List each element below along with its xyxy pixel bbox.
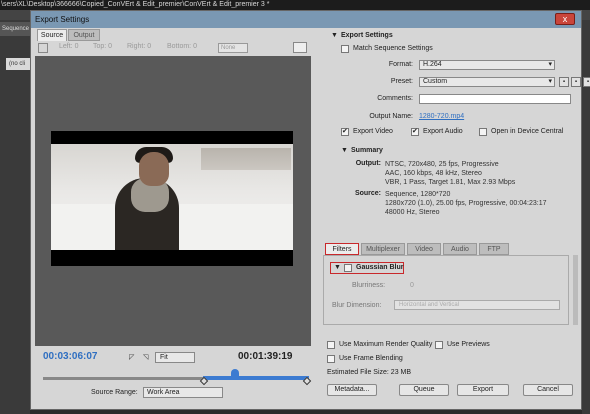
video-frame [51, 131, 293, 266]
person-head [139, 152, 169, 186]
out-point-handle[interactable] [302, 376, 312, 386]
match-sequence-label: Match Sequence Settings [353, 45, 433, 52]
mark-in-icon[interactable]: ◸ [129, 353, 137, 361]
settings-tabs: Filters Multiplexer Video Audio FTP [323, 243, 579, 255]
crop-bottom[interactable]: Bottom: 0 [167, 43, 197, 50]
gaussian-blur-label: Gaussian Blur [356, 264, 404, 271]
blur-dimension-label: Blur Dimension: [332, 302, 382, 309]
queue-button[interactable]: Queue [399, 384, 449, 396]
current-timecode[interactable]: 00:03:06:07 [43, 351, 97, 362]
blur-dimension-select[interactable]: Horizontal and Vertical [394, 300, 560, 310]
video-preview-area [35, 56, 311, 346]
estimated-file-size: Estimated File Size: 23 MB [327, 369, 412, 376]
tab-output[interactable]: Output [68, 29, 100, 41]
summary-source-text: Sequence, 1280*720 1280x720 (1.0), 25.00… [385, 191, 547, 216]
dialog-title: Export Settings [35, 15, 90, 24]
open-device-central-label: Open in Device Central [491, 128, 564, 135]
blurriness-label: Blurriness: [352, 282, 386, 289]
background-building [201, 148, 291, 170]
use-frame-blending-checkbox[interactable] [327, 355, 335, 363]
crop-left[interactable]: Left: 0 [59, 43, 78, 50]
tab-ftp[interactable]: FTP [479, 243, 509, 255]
use-max-render-label: Use Maximum Render Quality [339, 341, 433, 348]
blurriness-value[interactable]: 0 [410, 282, 414, 289]
delete-preset-icon[interactable]: ▪ [583, 77, 590, 87]
preset-select[interactable]: Custom [419, 77, 555, 87]
sequence-panel-tab[interactable]: Sequence [0, 22, 30, 36]
import-preset-icon[interactable]: ▪ [571, 77, 581, 87]
source-timeline[interactable] [43, 369, 312, 386]
comments-label: Comments: [377, 95, 413, 102]
output-name-label: Output Name: [369, 113, 413, 120]
collapse-icon[interactable]: ▼ [331, 32, 338, 39]
crop-top[interactable]: Top: 0 [93, 43, 112, 50]
summary-heading: Summary [351, 147, 383, 154]
summary-output-text: NTSC, 720x480, 25 fps, Progressive AAC, … [385, 161, 516, 186]
dialog-titlebar[interactable]: Export Settings x [31, 11, 581, 28]
close-button[interactable]: x [555, 13, 575, 25]
export-settings-dialog: Export Settings x Source Output Left: 0 … [30, 10, 590, 410]
match-sequence-checkbox[interactable] [341, 45, 349, 53]
tab-source[interactable]: Source [37, 29, 67, 41]
use-frame-blending-label: Use Frame Blending [339, 355, 403, 362]
work-area-bar[interactable] [203, 376, 309, 380]
summary-output-label: Output: [355, 160, 381, 167]
source-range-label: Source Range: [91, 389, 138, 396]
export-audio-label: Export Audio [423, 128, 463, 135]
export-video-label: Export Video [353, 128, 393, 135]
use-previews-checkbox[interactable] [435, 341, 443, 349]
output-name-link[interactable]: 1280-720.mp4 [419, 113, 464, 120]
metadata-button[interactable]: Metadata... [327, 384, 377, 396]
format-label: Format: [388, 61, 413, 68]
save-preset-icon[interactable]: ▪ [559, 77, 569, 87]
crop-icon[interactable] [38, 43, 48, 53]
format-select[interactable]: H.264 [419, 60, 555, 70]
preset-label: Preset: [390, 78, 413, 85]
use-max-render-checkbox[interactable] [327, 341, 335, 349]
source-range-select[interactable]: Work Area [143, 387, 223, 398]
crop-right[interactable]: Right: 0 [127, 43, 151, 50]
tab-filters[interactable]: Filters [325, 243, 359, 255]
tab-audio[interactable]: Audio [443, 243, 477, 255]
export-button[interactable]: Export [457, 384, 509, 396]
export-settings-heading: Export Settings [341, 32, 393, 39]
gaussian-blur-checkbox[interactable] [344, 264, 352, 272]
open-device-central-checkbox[interactable] [479, 128, 487, 136]
tab-video[interactable]: Video [407, 243, 441, 255]
video-still-image [51, 144, 293, 250]
filters-panel: ▼ Gaussian Blur Blurriness: 0 Blur Dimen… [323, 255, 569, 325]
export-video-checkbox[interactable] [341, 127, 349, 136]
export-settings-panel: ▼ Export Settings Match Sequence Setting… [323, 29, 590, 409]
panel-clip-item[interactable]: (no cli [6, 58, 30, 70]
summary-collapse-icon[interactable]: ▼ [341, 147, 348, 154]
zoom-select[interactable]: Fit [155, 352, 195, 363]
playhead-handle[interactable] [230, 369, 239, 379]
duration-timecode: 00:01:39:19 [238, 351, 293, 362]
tab-multiplexer[interactable]: Multiplexer [361, 243, 405, 255]
filter-collapse-icon[interactable]: ▼ [334, 264, 341, 271]
background-panel [0, 20, 30, 414]
app-title-bar: \sers\XL\Desktop\366666\Copied_ConVErt &… [0, 0, 590, 10]
export-audio-checkbox[interactable] [411, 127, 419, 136]
aspect-toggle-icon[interactable] [293, 42, 307, 53]
filters-scrollbar[interactable] [573, 255, 578, 325]
crop-toolbar: Left: 0 Top: 0 Right: 0 Bottom: 0 None [35, 41, 315, 55]
summary-source-label: Source: [354, 190, 381, 197]
use-previews-label: Use Previews [447, 341, 490, 348]
cancel-button[interactable]: Cancel [523, 384, 573, 396]
mark-out-icon[interactable]: ◹ [143, 353, 151, 361]
crop-ratio-select[interactable]: None [218, 43, 248, 53]
comments-input[interactable] [419, 94, 571, 104]
